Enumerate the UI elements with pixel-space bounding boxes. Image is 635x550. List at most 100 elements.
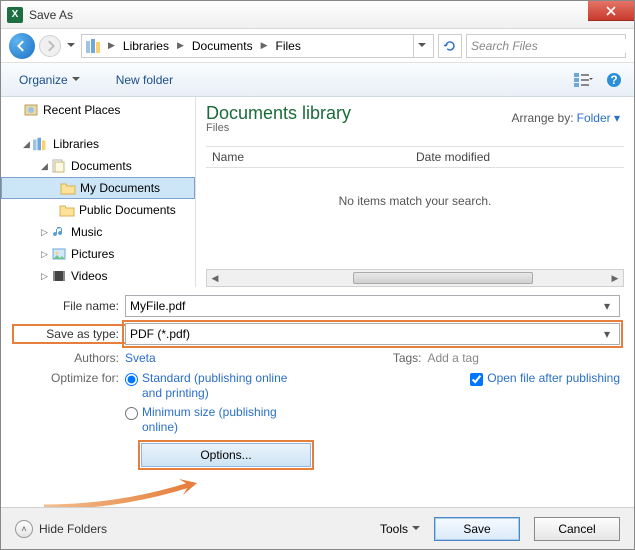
empty-message: No items match your search. bbox=[206, 168, 624, 208]
caret-icon: ▷ bbox=[41, 249, 51, 260]
view-icon bbox=[574, 73, 594, 87]
tree-item-my-documents[interactable]: My Documents bbox=[1, 177, 195, 199]
horizontal-scrollbar[interactable]: ◀ ▶ bbox=[206, 269, 624, 287]
tree-label: Recent Places bbox=[43, 103, 120, 117]
saveastype-label: Save as type: bbox=[15, 327, 125, 341]
tools-label: Tools bbox=[380, 522, 408, 536]
optimize-minimum-radio[interactable]: Minimum size (publishing online) bbox=[125, 405, 302, 435]
caret-icon: ▷ bbox=[41, 271, 51, 282]
radio-label: Minimum size (publishing online) bbox=[142, 405, 302, 435]
column-headers[interactable]: Name Date modified bbox=[206, 146, 624, 168]
chevron-down-icon bbox=[418, 43, 426, 48]
tree-item-pictures[interactable]: ▷ Pictures bbox=[1, 243, 195, 265]
folder-icon bbox=[59, 202, 75, 218]
saveastype-input[interactable] bbox=[130, 327, 599, 341]
radio-input[interactable] bbox=[125, 373, 138, 386]
new-folder-button[interactable]: New folder bbox=[108, 69, 181, 91]
tools-dropdown[interactable]: Tools bbox=[380, 522, 420, 536]
forward-button[interactable] bbox=[39, 35, 61, 57]
checkbox-input[interactable] bbox=[470, 373, 483, 386]
tree-label: My Documents bbox=[80, 181, 160, 195]
window-title: Save As bbox=[29, 8, 73, 22]
optimize-label: Optimize for: bbox=[15, 371, 125, 439]
close-button[interactable] bbox=[588, 1, 634, 21]
back-button[interactable] bbox=[9, 33, 35, 59]
videos-icon bbox=[51, 268, 67, 284]
tree-item-recent-places[interactable]: Recent Places bbox=[1, 99, 195, 121]
scroll-right-icon[interactable]: ▶ bbox=[607, 270, 623, 286]
command-bar: Organize New folder ? bbox=[1, 63, 634, 97]
arrange-dropdown[interactable]: Folder ▾ bbox=[577, 111, 620, 125]
chevron-right-icon: ▶ bbox=[175, 40, 186, 51]
arrow-right-icon bbox=[44, 40, 56, 52]
breadcrumb-item-libraries[interactable]: Libraries bbox=[119, 37, 173, 55]
checkbox-label: Open file after publishing bbox=[487, 371, 620, 386]
filename-label: File name: bbox=[15, 299, 125, 313]
filename-dropdown[interactable]: ▾ bbox=[599, 299, 615, 313]
recent-places-icon bbox=[23, 102, 39, 118]
breadcrumb-dropdown[interactable] bbox=[413, 35, 429, 57]
tree-label: Public Documents bbox=[79, 203, 176, 217]
scroll-left-icon[interactable]: ◀ bbox=[207, 270, 223, 286]
nav-history-dropdown[interactable] bbox=[65, 35, 77, 57]
arrow-left-icon bbox=[16, 40, 28, 52]
breadcrumb-item-files[interactable]: Files bbox=[272, 37, 305, 55]
organize-button[interactable]: Organize bbox=[11, 69, 88, 91]
breadcrumb-item-documents[interactable]: Documents bbox=[188, 37, 257, 55]
radio-input[interactable] bbox=[125, 407, 138, 420]
chevron-down-icon bbox=[72, 77, 80, 82]
breadcrumb[interactable]: ▶ Libraries ▶ Documents ▶ Files bbox=[81, 34, 434, 58]
main-area: Recent Places ◢ Libraries ◢ Documents My… bbox=[1, 97, 634, 287]
tree-item-public-documents[interactable]: Public Documents bbox=[1, 199, 195, 221]
close-icon bbox=[606, 6, 616, 16]
tags-label: Tags: bbox=[318, 351, 428, 365]
refresh-button[interactable] bbox=[438, 34, 462, 58]
help-icon: ? bbox=[606, 72, 622, 88]
hide-folders-button[interactable]: ˄ Hide Folders bbox=[15, 520, 107, 538]
col-date[interactable]: Date modified bbox=[416, 150, 490, 164]
chevron-up-icon: ˄ bbox=[15, 520, 33, 538]
folder-tree[interactable]: Recent Places ◢ Libraries ◢ Documents My… bbox=[1, 97, 196, 287]
chevron-right-icon: ▶ bbox=[259, 40, 270, 51]
tree-item-documents[interactable]: ◢ Documents bbox=[1, 155, 195, 177]
tree-label: Pictures bbox=[71, 247, 114, 261]
organize-label: Organize bbox=[19, 73, 68, 87]
help-button[interactable]: ? bbox=[604, 70, 624, 90]
scroll-thumb[interactable] bbox=[353, 272, 533, 284]
optimize-standard-radio[interactable]: Standard (publishing online and printing… bbox=[125, 371, 302, 401]
caret-icon: ▷ bbox=[41, 227, 51, 238]
filename-input[interactable] bbox=[130, 299, 599, 313]
content-pane: Documents library Files Arrange by: Fold… bbox=[196, 97, 634, 287]
tree-item-libraries[interactable]: ◢ Libraries bbox=[1, 133, 195, 155]
search-input[interactable] bbox=[471, 39, 628, 53]
options-button[interactable]: Options... bbox=[141, 443, 311, 467]
saveastype-dropdown[interactable]: ▾ bbox=[599, 327, 615, 341]
tree-label: Videos bbox=[71, 269, 107, 283]
tree-item-videos[interactable]: ▷ Videos bbox=[1, 265, 195, 287]
save-form: File name: ▾ Save as type: ▾ Authors: Sv… bbox=[1, 287, 634, 467]
saveastype-field[interactable]: ▾ bbox=[125, 323, 620, 345]
arrange-label: Arrange by: bbox=[512, 111, 574, 125]
save-button[interactable]: Save bbox=[434, 517, 520, 541]
view-mode-button[interactable] bbox=[574, 70, 594, 90]
refresh-icon bbox=[443, 39, 457, 53]
pictures-icon bbox=[51, 246, 67, 262]
caret-icon: ◢ bbox=[41, 161, 51, 172]
search-box[interactable] bbox=[466, 34, 626, 58]
tree-label: Documents bbox=[71, 159, 132, 173]
arrange-by: Arrange by: Folder ▾ bbox=[512, 111, 620, 125]
footer-bar: ˄ Hide Folders Tools Save Cancel bbox=[1, 507, 634, 549]
authors-label: Authors: bbox=[15, 351, 125, 365]
authors-value[interactable]: Sveta bbox=[125, 351, 156, 365]
col-name[interactable]: Name bbox=[206, 150, 416, 164]
excel-icon: X bbox=[7, 7, 23, 23]
tree-label: Music bbox=[71, 225, 102, 239]
tags-value[interactable]: Add a tag bbox=[428, 351, 479, 365]
title-bar: X Save As bbox=[1, 1, 634, 29]
chevron-down-icon bbox=[67, 43, 75, 48]
filename-field[interactable]: ▾ bbox=[125, 295, 620, 317]
music-icon bbox=[51, 224, 67, 240]
cancel-button[interactable]: Cancel bbox=[534, 517, 620, 541]
open-after-checkbox[interactable]: Open file after publishing bbox=[470, 371, 620, 386]
tree-item-music[interactable]: ▷ Music bbox=[1, 221, 195, 243]
